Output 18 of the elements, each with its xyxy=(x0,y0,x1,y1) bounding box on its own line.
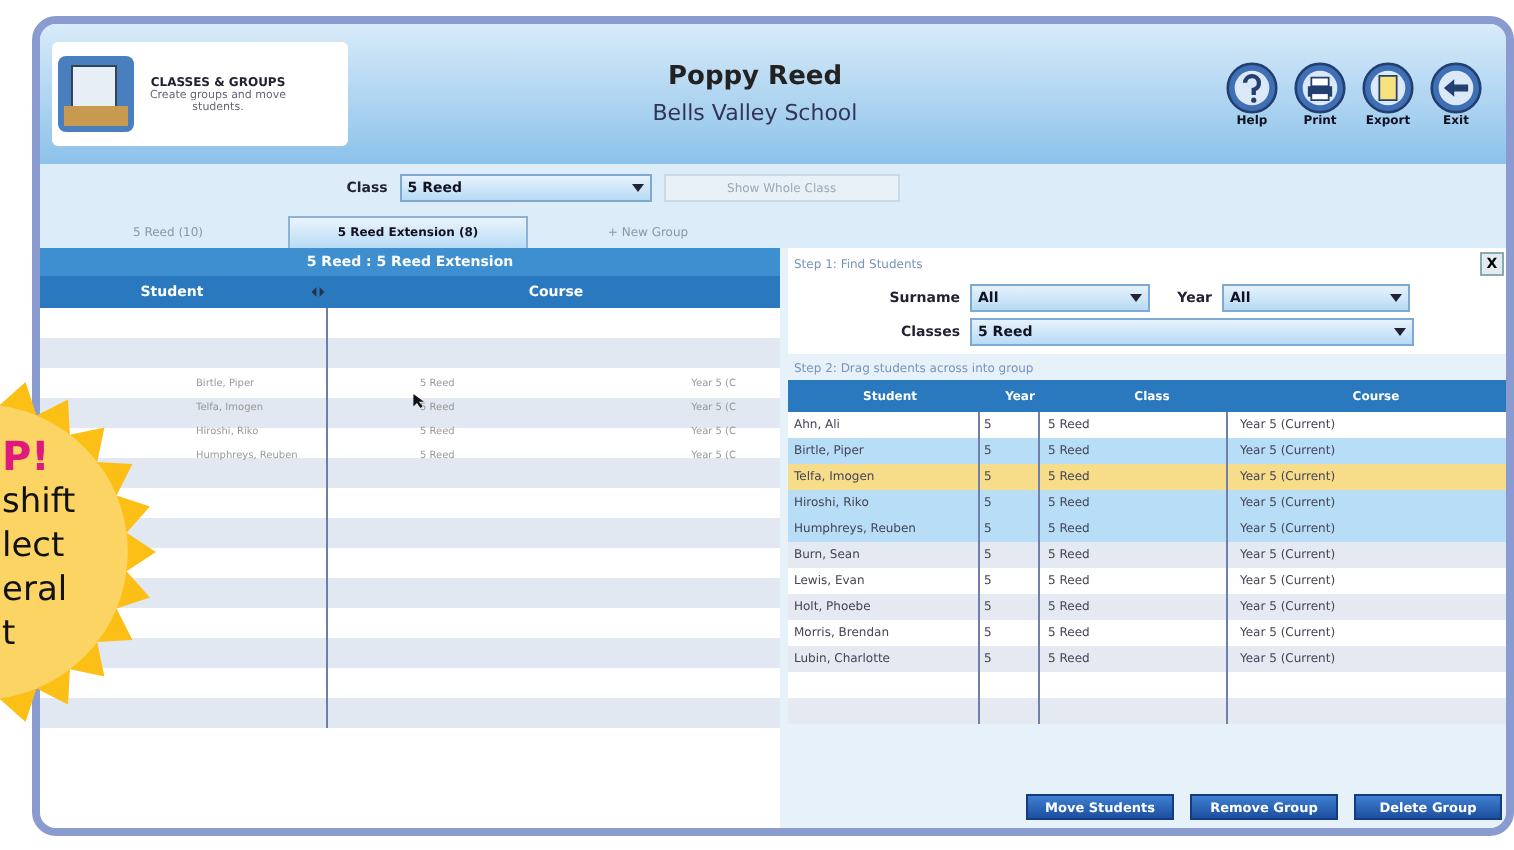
caret-icon xyxy=(631,184,644,192)
arrow-left-icon xyxy=(1430,61,1482,113)
document-icon xyxy=(1362,61,1414,113)
help-icon xyxy=(1226,61,1278,113)
tip-heading: P! xyxy=(2,432,50,480)
printer-icon xyxy=(1294,61,1346,113)
caret-icon xyxy=(1130,294,1142,302)
user-name: Poppy Reed xyxy=(667,62,843,92)
caret-icon xyxy=(1390,294,1402,302)
caret-icon xyxy=(1394,328,1406,336)
tip-text: lect xyxy=(2,524,65,568)
tip-text: t xyxy=(2,612,16,656)
cursor-icon xyxy=(412,392,426,410)
classroom-icon xyxy=(56,50,136,138)
school-name: Bells Valley School xyxy=(652,100,858,126)
resize-icon xyxy=(310,284,326,300)
tip-text: eral xyxy=(2,568,68,612)
tip-text: shift xyxy=(2,480,76,524)
